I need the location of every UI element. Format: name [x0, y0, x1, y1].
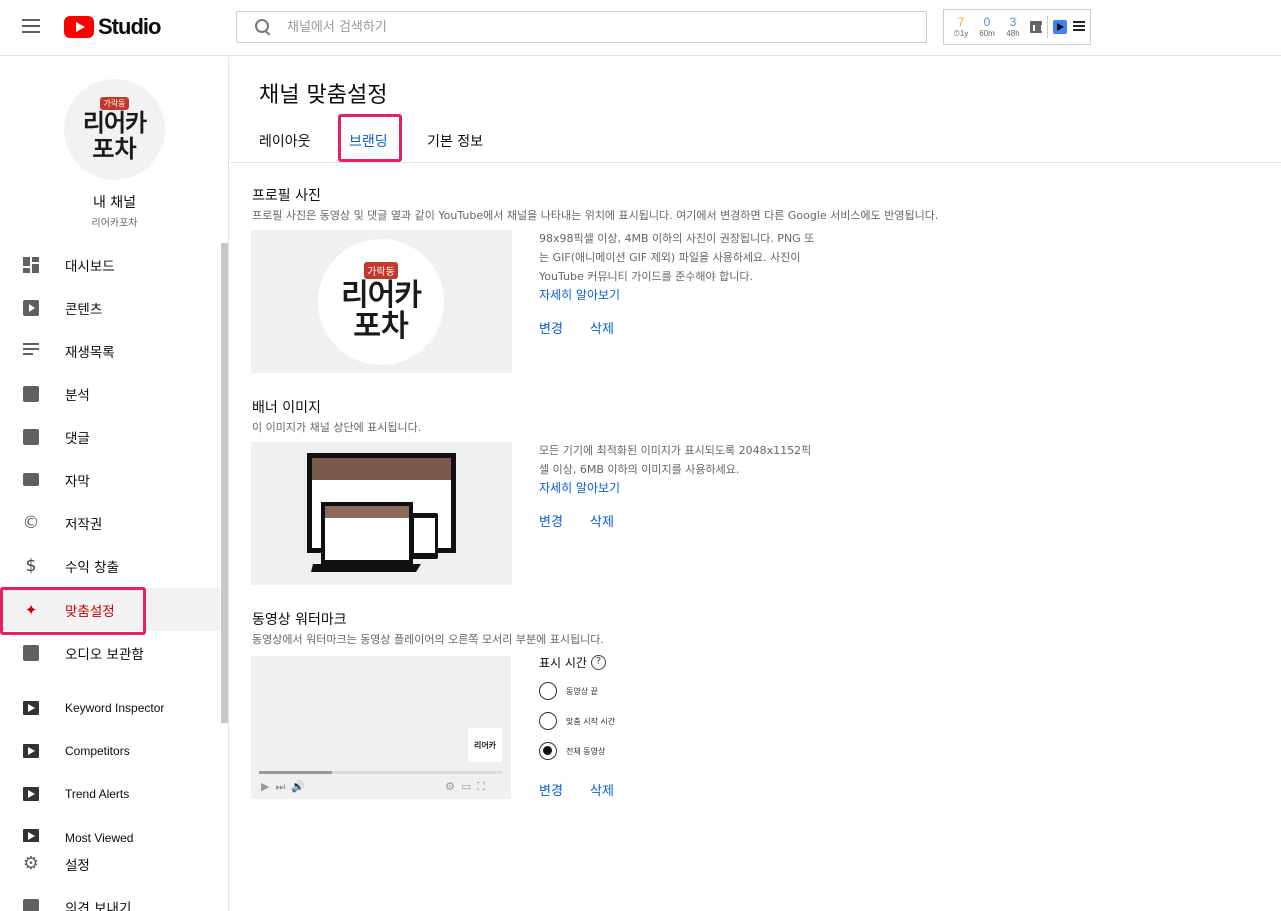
profile-info: 98x98픽셀 이상, 4MB 이하의 사진이 권장됩니다. PNG 또 는 G… [539, 229, 859, 305]
sidebar-item-trend-alerts[interactable]: Trend Alerts [0, 772, 220, 815]
channel-name: 리어카포차 [91, 218, 138, 229]
player-controls-left: ▶⏭🔊 [261, 780, 312, 793]
tab-bar: 레이아웃 브랜딩 기본 정보 [230, 114, 1281, 163]
watermark-section-title: 동영상 워터마크 [252, 612, 347, 628]
profile-learn-more-link[interactable]: 자세히 알아보기 [539, 286, 859, 305]
banner-section-desc: 이 이미지가 채널 상단에 표시됩니다. [252, 421, 422, 434]
banner-section-title: 배너 이미지 [252, 400, 321, 416]
vidiq-icon [22, 699, 40, 717]
sidebar-scrollbar[interactable] [221, 243, 228, 723]
sidebar-item-subtitles[interactable]: 자막 [0, 458, 220, 501]
vidiq-extension-bar[interactable]: 7 ⏱1y 0 60m 3 48h [943, 9, 1091, 45]
radio-button[interactable] [539, 712, 557, 730]
sidebar-item-audio-library[interactable]: 오디오 보관함 [0, 631, 220, 674]
ext-stat-3: 3 48h [1006, 15, 1020, 38]
banner-change-button[interactable]: 변경 [539, 511, 563, 530]
profile-preview: 가락동 리어카 포차 [251, 230, 512, 373]
dashboard-icon [22, 256, 40, 274]
copyright-icon: © [22, 512, 40, 533]
audio-library-icon [22, 644, 40, 662]
tab-basic-info[interactable]: 기본 정보 [427, 131, 483, 151]
watermark-change-button[interactable]: 변경 [539, 780, 563, 799]
profile-delete-button[interactable]: 삭제 [590, 318, 614, 337]
devices-illustration [307, 453, 456, 572]
page-title: 채널 맞춤설정 [259, 83, 388, 108]
profile-change-button[interactable]: 변경 [539, 318, 563, 337]
sidebar-item-copyright[interactable]: © 저작권 [0, 501, 220, 544]
top-header: Studio 7 ⏱1y 0 60m 3 48h [0, 0, 1281, 56]
watermark-delete-button[interactable]: 삭제 [590, 780, 614, 799]
search-icon [255, 19, 271, 35]
ext-stat-1: 7 ⏱1y [953, 15, 969, 38]
radio-button[interactable] [539, 682, 557, 700]
menu-icon[interactable] [1073, 21, 1085, 33]
youtube-logo-icon [64, 16, 94, 38]
progress-fill [259, 771, 332, 774]
vidiq-icon[interactable] [1053, 20, 1067, 34]
progress-track [259, 771, 502, 774]
sidebar: 가락동 리어카 포차 내 채널 리어카포차 대시보드 콘텐츠 재생목록 분석 댓… [0, 57, 229, 911]
banner-preview [251, 442, 512, 585]
profile-section-desc: 프로필 사진은 동영상 및 댓글 옆과 같이 YouTube에서 채널을 나타내… [252, 209, 939, 222]
tab-layout[interactable]: 레이아웃 [259, 131, 311, 151]
player-controls-right: ⚙▭⛶ [445, 780, 491, 793]
sidebar-item-dashboard[interactable]: 대시보드 [0, 243, 220, 286]
sidebar-item-monetization[interactable]: $ 수익 창출 [0, 544, 220, 587]
sidebar-item-feedback[interactable]: 의견 보내기 [0, 885, 220, 911]
highlight-branding-tab [338, 114, 402, 162]
channel-title: 내 채널 [92, 195, 137, 211]
analytics-icon [22, 385, 40, 403]
hamburger-menu-icon[interactable] [22, 19, 40, 33]
radio-custom-start[interactable]: 맞춤 시작 시간 [539, 712, 615, 730]
playlist-icon [22, 342, 40, 360]
watermark-section-desc: 동영상에서 워터마크는 동영상 플레이어의 오른쪽 모서리 부분에 표시됩니다. [252, 633, 604, 646]
watermark-thumbnail: 리어카 [468, 728, 502, 762]
subtitles-icon [22, 471, 40, 489]
comments-icon [22, 428, 40, 446]
banner-info: 모든 기기에 최적화된 이미지가 표시되도록 2048x1152픽 셀 이상, … [539, 441, 859, 498]
bar-chart-icon[interactable] [1030, 21, 1043, 33]
feedback-icon [22, 898, 40, 911]
search-box[interactable] [236, 11, 927, 43]
divider [1047, 16, 1048, 38]
watermark-preview: 리어카 ▶⏭🔊 ⚙▭⛶ [251, 656, 511, 799]
banner-delete-button[interactable]: 삭제 [590, 511, 614, 530]
youtube-studio-logo[interactable]: Studio [64, 14, 161, 40]
gear-icon: ⚙ [22, 853, 40, 874]
vidiq-icon [22, 742, 40, 760]
radio-video-end[interactable]: 동영상 끝 [539, 682, 598, 700]
dollar-icon: $ [25, 555, 37, 576]
profile-section-title: 프로필 사진 [252, 188, 321, 204]
sidebar-item-comments[interactable]: 댓글 [0, 415, 220, 458]
sidebar-item-keyword-inspector[interactable]: Keyword Inspector [0, 686, 220, 729]
banner-learn-more-link[interactable]: 자세히 알아보기 [539, 479, 859, 498]
sidebar-item-competitors[interactable]: Competitors [0, 729, 220, 772]
sidebar-item-playlists[interactable]: 재생목록 [0, 329, 220, 372]
radio-entire-video[interactable]: 전체 동영상 [539, 742, 605, 760]
sidebar-item-settings[interactable]: ⚙ 설정 [0, 842, 220, 885]
radio-button-checked[interactable] [539, 742, 557, 760]
profile-logo-image: 가락동 리어카 포차 [318, 239, 444, 365]
sidebar-item-analytics[interactable]: 분석 [0, 372, 220, 415]
main-content: 채널 맞춤설정 레이아웃 브랜딩 기본 정보 프로필 사진 프로필 사진은 동영… [230, 57, 1281, 911]
search-input[interactable] [287, 19, 887, 35]
highlight-customization [0, 587, 146, 635]
channel-avatar[interactable]: 가락동 리어카 포차 [64, 79, 165, 180]
sidebar-item-content[interactable]: 콘텐츠 [0, 286, 220, 329]
display-time-label: 표시 시간 ? [539, 654, 606, 671]
content-icon [22, 299, 40, 317]
vidiq-icon [22, 785, 40, 803]
sidebar-item-most-viewed[interactable]: Most Viewed [0, 815, 220, 845]
help-icon[interactable]: ? [590, 655, 606, 670]
ext-stat-2: 0 60m [979, 15, 995, 38]
